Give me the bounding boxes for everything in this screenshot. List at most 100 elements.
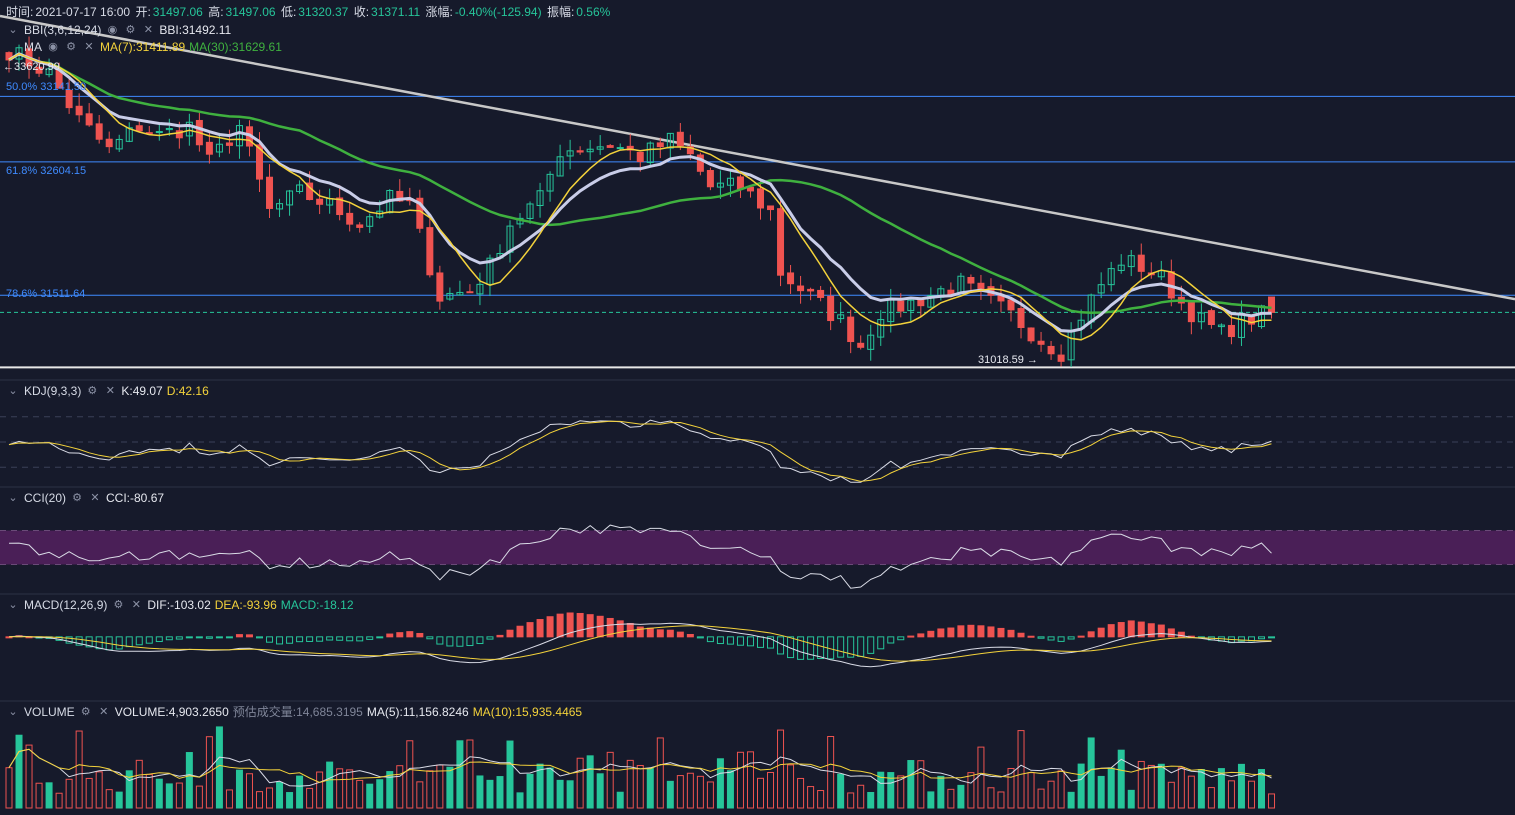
volume-bar bbox=[1027, 772, 1035, 809]
macd-histogram-bar bbox=[195, 636, 203, 639]
macd-histogram-bar bbox=[656, 629, 664, 638]
volume-bar bbox=[105, 789, 113, 809]
macd-histogram-bar bbox=[646, 627, 654, 638]
gear-icon[interactable]: ⚙ bbox=[123, 22, 137, 38]
candle-body bbox=[426, 227, 434, 276]
macd-histogram-bar bbox=[1007, 629, 1015, 638]
close-icon[interactable]: ✕ bbox=[103, 383, 117, 399]
volume-bar bbox=[1037, 788, 1045, 809]
close-icon[interactable]: ✕ bbox=[88, 490, 102, 506]
volume-bar bbox=[286, 792, 294, 809]
volume-bar bbox=[235, 769, 243, 809]
macd-histogram-bar bbox=[857, 636, 865, 657]
volume-bar bbox=[75, 730, 83, 809]
candle-body bbox=[897, 300, 905, 312]
volume-bar bbox=[736, 751, 744, 809]
volume-bar bbox=[967, 772, 975, 809]
close-icon[interactable]: ✕ bbox=[82, 39, 96, 55]
macd-histogram-bar bbox=[306, 636, 314, 642]
volume-bar bbox=[576, 757, 584, 809]
ma30-line bbox=[8, 52, 1272, 314]
eye-icon[interactable]: ◉ bbox=[105, 22, 119, 38]
gear-icon[interactable]: ⚙ bbox=[64, 39, 78, 55]
macd-histogram-bar bbox=[145, 636, 153, 644]
volume-bar bbox=[1157, 763, 1165, 809]
volume-bar bbox=[937, 775, 945, 809]
macd-histogram-bar bbox=[296, 636, 304, 643]
collapse-chevron-icon[interactable]: ⌄ bbox=[6, 597, 20, 613]
volume-bar bbox=[486, 779, 494, 809]
fib-50-label: 50.0% 33141.50 bbox=[6, 81, 87, 93]
volume-bar bbox=[1207, 787, 1215, 809]
collapse-chevron-icon[interactable]: ⌄ bbox=[6, 22, 20, 38]
high-label: 高: bbox=[208, 5, 224, 19]
candle-body bbox=[135, 125, 143, 132]
kdj-legend: ⌄ KDJ(9,3,3) ⚙ ✕ K:49.07 D:42.16 bbox=[6, 383, 209, 399]
high-value: 31497.06 bbox=[225, 5, 276, 19]
close-icon[interactable]: ✕ bbox=[129, 597, 143, 613]
ma7-value: MA(7):31411.89 bbox=[100, 40, 186, 54]
macd-histogram-bar bbox=[586, 614, 594, 638]
macd-histogram-bar bbox=[1037, 636, 1045, 639]
macd-histogram-bar bbox=[917, 633, 925, 638]
cci-band bbox=[0, 530, 1515, 565]
volume-bar bbox=[977, 746, 985, 809]
macd-histogram-bar bbox=[686, 633, 694, 638]
macd-histogram-bar bbox=[276, 636, 284, 645]
volume-bar bbox=[416, 781, 424, 809]
volume-bar bbox=[245, 773, 253, 809]
volume-bar bbox=[807, 786, 815, 809]
gear-icon[interactable]: ⚙ bbox=[111, 597, 125, 613]
macd-histogram-bar bbox=[987, 626, 995, 638]
candle-body bbox=[797, 285, 805, 292]
volume-bar bbox=[837, 773, 845, 809]
macd-histogram-bar bbox=[736, 636, 744, 646]
volume-bar bbox=[606, 751, 614, 809]
collapse-chevron-icon[interactable]: ⌄ bbox=[6, 490, 20, 506]
candlestick-chart[interactable] bbox=[0, 0, 1515, 815]
candle-body bbox=[977, 282, 985, 290]
volume-bar bbox=[1087, 737, 1095, 809]
macd-histogram-bar bbox=[496, 634, 504, 638]
collapse-chevron-icon[interactable]: ⌄ bbox=[6, 704, 20, 720]
macd-histogram-bar bbox=[1157, 624, 1165, 638]
macd-dif-value: DIF:-103.02 bbox=[147, 598, 211, 612]
volume-bar bbox=[566, 780, 574, 809]
macd-histogram-bar bbox=[536, 619, 544, 638]
close-icon[interactable]: ✕ bbox=[97, 704, 111, 720]
gear-icon[interactable]: ⚙ bbox=[79, 704, 93, 720]
volume-ma10-value: MA(10):15,935.4465 bbox=[472, 705, 583, 719]
kdj-d-value: D:42.16 bbox=[166, 384, 209, 398]
candle-body bbox=[827, 295, 835, 322]
volume-bar bbox=[1167, 781, 1175, 809]
gear-icon[interactable]: ⚙ bbox=[70, 490, 84, 506]
candle-body bbox=[967, 276, 975, 284]
ohlc-header: 时间: 2021-07-17 16:00 开: 31497.06 高: 31497.0… bbox=[6, 3, 612, 20]
volume-bar bbox=[1177, 767, 1185, 809]
collapse-chevron-icon[interactable]: ⌄ bbox=[6, 383, 20, 399]
candle-body bbox=[75, 105, 83, 116]
volume-bar bbox=[1047, 780, 1055, 809]
macd-histogram-bar bbox=[185, 636, 193, 639]
low-marker: 31018.59 → bbox=[978, 354, 1038, 366]
macd-histogram-bar bbox=[526, 622, 534, 638]
volume-bar bbox=[115, 791, 123, 809]
gear-icon[interactable]: ⚙ bbox=[85, 383, 99, 399]
candle-body bbox=[155, 131, 163, 134]
volume-bar bbox=[135, 759, 143, 809]
macd-histogram-bar bbox=[716, 636, 724, 645]
macd-histogram-bar bbox=[1057, 636, 1065, 642]
macd-histogram-bar bbox=[696, 636, 704, 639]
ma-legend: ⌄ MA ◉ ⚙ ✕ MA(7):31411.89 MA(30):31629.6… bbox=[6, 39, 282, 55]
volume-bar bbox=[666, 780, 674, 809]
bbi-line bbox=[8, 52, 1272, 333]
candle-body bbox=[1268, 296, 1276, 313]
macd-histogram-bar bbox=[1268, 636, 1276, 639]
volume-bar bbox=[406, 740, 414, 809]
macd-histogram-bar bbox=[897, 636, 905, 641]
volume-bar bbox=[1247, 780, 1255, 809]
candle-body bbox=[847, 316, 855, 343]
volume-bar bbox=[797, 777, 805, 809]
close-icon[interactable]: ✕ bbox=[141, 22, 155, 38]
eye-icon[interactable]: ◉ bbox=[46, 39, 60, 55]
